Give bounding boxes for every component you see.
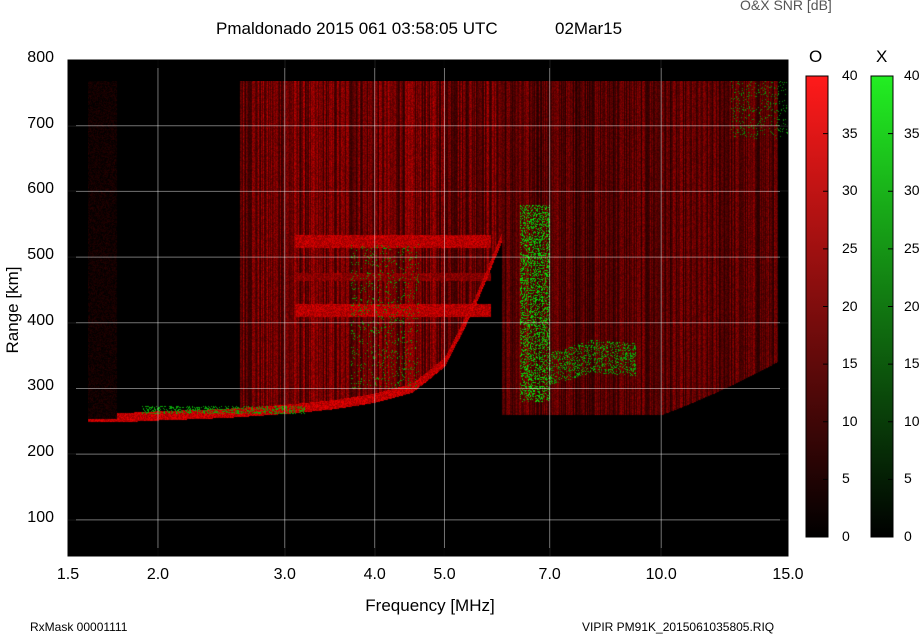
o-colorbar-tick-label: 20 xyxy=(842,297,858,314)
x-tick-label: 2.0 xyxy=(146,566,170,583)
x-colorbar-tick-label: 40 xyxy=(904,67,920,83)
o-colorbar-title: O xyxy=(809,47,823,66)
y-tick-label: 600 xyxy=(27,180,54,198)
y-tick-label: 700 xyxy=(27,114,54,132)
y-tick-label: 300 xyxy=(27,377,54,395)
x-tick-label: 15.0 xyxy=(772,566,804,583)
o-colorbar-tick-label: 5 xyxy=(842,470,850,487)
x-colorbar-tick-label: 0 xyxy=(904,528,912,544)
o-colorbar-tick-label: 10 xyxy=(842,412,858,429)
o-colorbar-tick-label: 40 xyxy=(842,67,858,83)
y-tick-label: 800 xyxy=(27,49,54,66)
x-colorbar-tick-label: 25 xyxy=(904,239,920,256)
y-tick-label: 200 xyxy=(27,443,54,461)
x-colorbar-tick-label: 10 xyxy=(904,412,920,429)
y-tick-label: 500 xyxy=(27,246,54,264)
x-colorbar-tick-label: 35 xyxy=(904,124,920,141)
o-colorbar-tick-label: 0 xyxy=(842,528,850,544)
ionogram-plot xyxy=(67,59,894,557)
x-tick-label: 7.0 xyxy=(538,566,561,583)
x-colorbar-tick-label: 15 xyxy=(904,355,920,372)
o-colorbar-tick-label: 35 xyxy=(842,124,858,141)
x-tick-label: 5.0 xyxy=(433,566,456,583)
y-tick-label: 400 xyxy=(27,311,54,329)
x-tick-label: 10.0 xyxy=(645,566,677,583)
x-tick-label: 3.0 xyxy=(273,566,296,583)
o-colorbar-tick-label: 15 xyxy=(842,355,858,372)
o-colorbar-tick-label: 25 xyxy=(842,239,858,256)
x-colorbar-tick-label: 5 xyxy=(904,470,912,487)
o-colorbar-tick-label: 30 xyxy=(842,182,858,199)
y-tick-label: 100 xyxy=(27,508,54,526)
x-tick-label: 4.0 xyxy=(363,566,386,583)
ionogram-heatmap xyxy=(88,81,788,556)
x-colorbar-tick-label: 30 xyxy=(904,182,920,199)
x-colorbar-title: X xyxy=(876,47,888,66)
x-tick-label: 1.5 xyxy=(56,566,80,583)
x-colorbar-tick-label: 20 xyxy=(904,297,920,314)
